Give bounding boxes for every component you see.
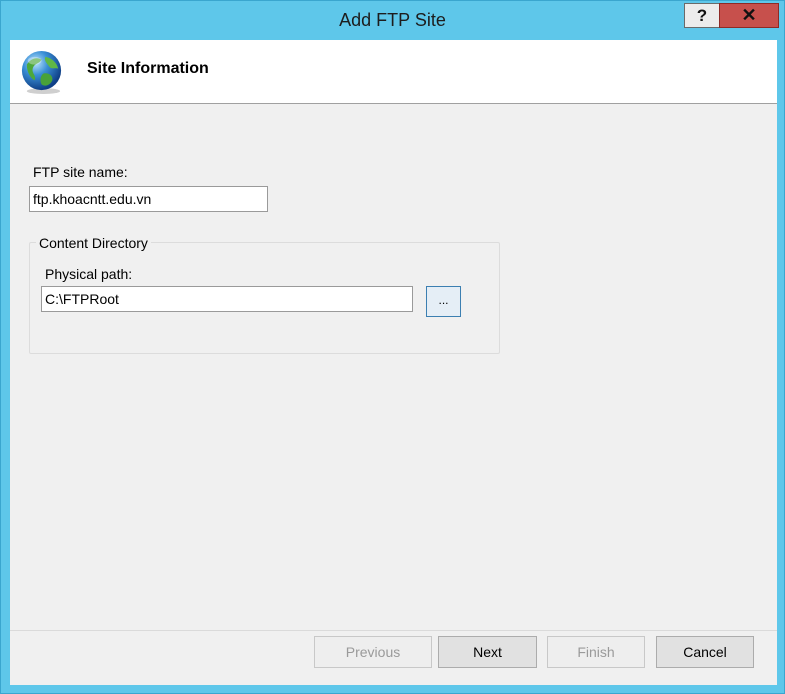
physical-path-label: Physical path: [45, 266, 133, 282]
next-button[interactable]: Next [438, 636, 537, 668]
site-name-input[interactable]: ftp.khoacntt.edu.vn [29, 186, 268, 212]
previous-button[interactable]: Previous [314, 636, 432, 668]
footer-divider [10, 630, 777, 631]
dialog-content: Site Information FTP site name: ftp.khoa… [10, 40, 777, 685]
title-bar[interactable]: Add FTP Site ? ✕ [1, 1, 784, 39]
finish-button[interactable]: Finish [547, 636, 645, 668]
window-title: Add FTP Site [339, 10, 446, 30]
help-button[interactable]: ? [684, 3, 720, 28]
wizard-header: Site Information [10, 40, 777, 104]
globe-icon [21, 50, 62, 95]
cancel-button[interactable]: Cancel [656, 636, 754, 668]
close-button[interactable]: ✕ [719, 3, 779, 28]
content-directory-title: Content Directory [36, 235, 151, 251]
close-icon: ✕ [741, 5, 757, 25]
page-title: Site Information [87, 60, 209, 77]
site-name-label: FTP site name: [33, 164, 128, 180]
physical-path-input[interactable]: C:\FTPRoot [41, 286, 413, 312]
help-icon: ? [696, 5, 708, 25]
add-ftp-site-dialog: Add FTP Site ? ✕ Site Information FTP si… [0, 0, 785, 694]
browse-button[interactable]: ... [426, 286, 461, 317]
